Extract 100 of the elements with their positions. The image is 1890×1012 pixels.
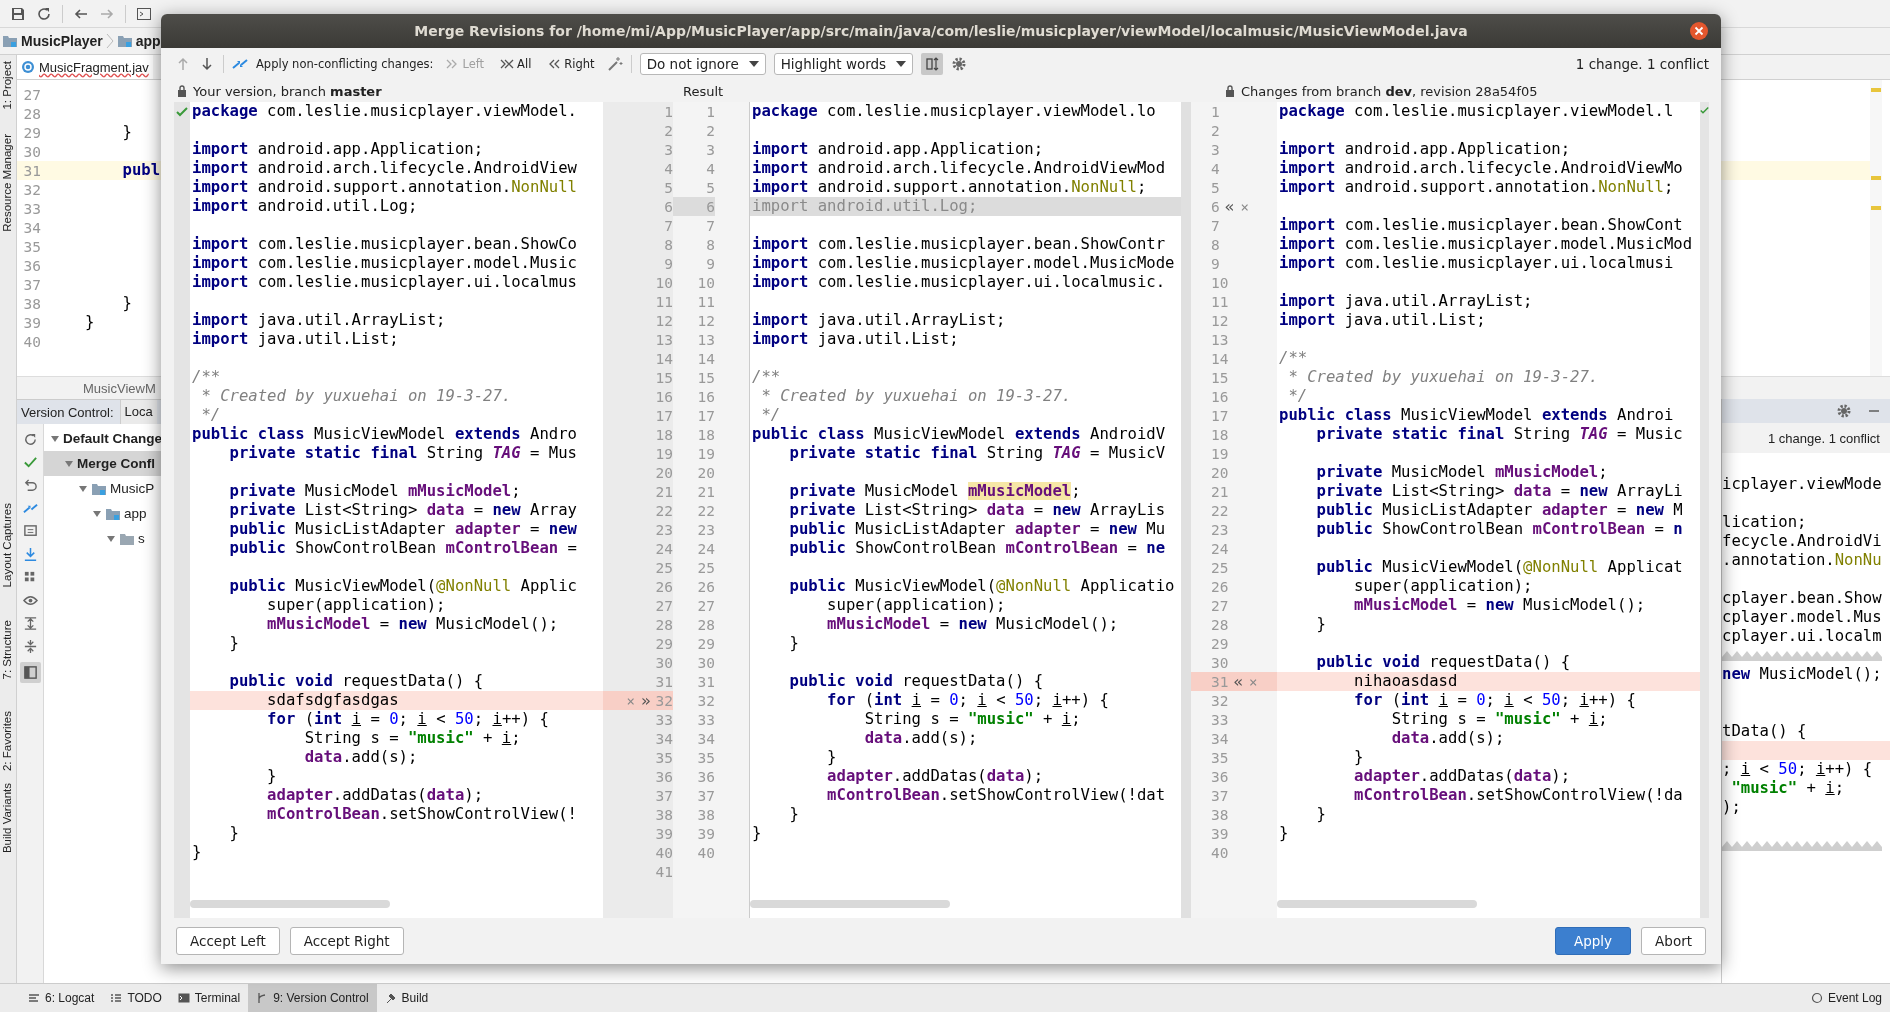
tool-window-tab[interactable]: Build Variants xyxy=(0,783,16,854)
tool-window-button[interactable]: TODO xyxy=(102,984,170,1012)
tree-item[interactable]: app xyxy=(124,506,147,521)
apply-changes-button[interactable]: All xyxy=(496,57,536,71)
line-number: 26 xyxy=(1211,578,1229,595)
line-number: 21 xyxy=(697,483,715,500)
accept-button[interactable]: Accept Left xyxy=(176,927,280,955)
code-line: private MusicModel mMusicModel; xyxy=(228,482,522,501)
code-line: lication; xyxy=(1722,513,1808,532)
line-number: 38 xyxy=(697,806,715,823)
apply-change-button[interactable]: » xyxy=(639,691,652,710)
line-number: 37 xyxy=(1211,787,1229,804)
line-number: 6 xyxy=(664,198,673,215)
tool-window-button[interactable]: 9: Version Control xyxy=(248,984,377,1012)
code-line: public MusicViewModel(@NonNull Applicat xyxy=(1315,558,1684,577)
tool-window-tab[interactable]: 7: Structure xyxy=(0,619,16,680)
line-number: 27 xyxy=(697,597,715,614)
code-line: cplayer.model.Mus xyxy=(1722,608,1883,627)
line-number: 5 xyxy=(706,179,715,196)
editor-tab[interactable]: MusicFragment.jav xyxy=(17,55,153,79)
code-line: data.add(s); xyxy=(303,748,419,767)
line-number: 35 xyxy=(1211,749,1229,766)
line-number: 29 xyxy=(655,635,673,652)
code-line: import android.arch.lifecycle.AndroidViewMod xyxy=(751,159,1167,178)
line-number: 30 xyxy=(1211,654,1229,671)
code-line: for (int i = 0; i < 50; i++) { xyxy=(266,710,550,729)
line-number: 20 xyxy=(697,464,715,481)
tree-item[interactable]: Default Change xyxy=(63,431,162,446)
code-line: String s = "music" + i; xyxy=(303,729,522,748)
code-line: public MusicListAdapter adapter = new Mu xyxy=(788,520,1167,539)
ignore-dropdown[interactable]: Do not ignore xyxy=(639,53,766,75)
tool-window-tab[interactable]: 1: Project xyxy=(0,61,16,110)
code-line: public class MusicViewModel extends Andro xyxy=(191,425,578,444)
line-number: 7 xyxy=(664,217,673,234)
line-number: 40 xyxy=(1211,844,1229,861)
breadcrumb-item[interactable]: app xyxy=(135,33,161,49)
code-line: public MusicListAdapter adapter = new M xyxy=(1315,501,1684,520)
code-line: import android.support.annotation.NonNull xyxy=(191,178,578,197)
tool-window-tab[interactable]: 2: Favorites xyxy=(0,711,16,772)
code-line: /** xyxy=(191,368,222,387)
tool-window-tab[interactable]: Layout Captures xyxy=(0,503,16,588)
tree-item[interactable]: Merge Confl xyxy=(77,456,155,471)
line-number: 20 xyxy=(655,464,673,481)
tool-window-button[interactable]: 6: Logcat xyxy=(20,984,103,1012)
code-line: import android.app.Application; xyxy=(751,140,1045,159)
code-line: super(application); xyxy=(1353,577,1534,596)
line-number: 32 xyxy=(1211,692,1229,709)
line-number: 24 xyxy=(655,540,673,557)
line-number: 16 xyxy=(697,388,715,405)
line-number: 7 xyxy=(1211,217,1220,234)
tool-window-button[interactable]: Build xyxy=(376,984,437,1012)
line-number: 39 xyxy=(697,825,715,842)
line-number: 41 xyxy=(655,863,673,880)
code-line: public ShowControlBean mControlBean = ne xyxy=(788,539,1167,558)
line-number: 3 xyxy=(664,141,673,158)
window-title: Merge Revisions for /home/mi/App/MusicPlayer/app/src/main/java/com/leslie/musicplayer/viewModel/localmusic/MusicViewModel.java xyxy=(414,23,1468,39)
code-line: public void requestData() { xyxy=(228,672,485,691)
code-line: public ShowControlBean mControlBean = xyxy=(228,539,578,558)
code-line: public void requestData() { xyxy=(788,672,1045,691)
apply-changes-button[interactable]: Right xyxy=(543,57,599,71)
code-line: } xyxy=(1315,615,1327,634)
code-line: mControlBean.setShowControlView(!dat xyxy=(826,786,1167,805)
line-number: 38 xyxy=(22,295,41,312)
apply-change-button[interactable]: « xyxy=(1223,197,1236,216)
abort-button[interactable]: Abort xyxy=(1641,927,1706,955)
line-number: 22 xyxy=(697,502,715,519)
line-number: 9 xyxy=(664,255,673,272)
line-number: 33 xyxy=(655,711,673,728)
line-number: 12 xyxy=(655,312,673,329)
code-line: private List<String> data = new ArrayLis xyxy=(788,501,1167,520)
line-number: 38 xyxy=(1211,806,1229,823)
breadcrumb-item[interactable]: MusicViewM xyxy=(83,380,156,396)
line-number: 20 xyxy=(1211,464,1229,481)
code-line: icplayer.viewMode xyxy=(1722,475,1883,494)
highlight-dropdown[interactable]: Highlight words xyxy=(773,53,914,75)
code-line: import android.support.annotation.NonNull; xyxy=(1278,178,1675,197)
change-summary: 1 change. 1 conflict xyxy=(1575,56,1709,72)
tool-window-tab[interactable]: Resource Manager xyxy=(0,133,16,232)
tree-item[interactable]: MusicP xyxy=(110,481,155,496)
tool-window-button[interactable]: Event Log xyxy=(1802,984,1890,1012)
line-number: 31 xyxy=(22,162,41,179)
code-line: package com.leslie.musicplayer.viewModel.l xyxy=(1278,102,1675,121)
tool-window-button[interactable]: Terminal xyxy=(169,984,249,1012)
line-number: 39 xyxy=(1211,825,1229,842)
panel-tab[interactable]: Loca xyxy=(119,400,157,424)
apply-change-button[interactable]: « xyxy=(1232,672,1245,691)
code-line: } xyxy=(788,805,800,824)
line-number: 11 xyxy=(697,293,715,310)
line-number: 24 xyxy=(1211,540,1229,557)
code-line: } xyxy=(228,824,240,843)
code-line: */ xyxy=(760,406,782,425)
line-number: 12 xyxy=(697,312,715,329)
accept-button[interactable]: Accept Right xyxy=(289,927,404,955)
code-line: super(application); xyxy=(266,596,447,615)
apply-button[interactable]: Apply xyxy=(1554,927,1632,955)
code-line: import com.leslie.musicplayer.model.MusicMode xyxy=(751,254,1176,273)
tree-item[interactable]: s xyxy=(138,531,145,546)
line-number: 14 xyxy=(655,350,673,367)
code-line: super(application); xyxy=(826,596,1007,615)
breadcrumb-item[interactable]: MusicPlayer xyxy=(21,33,103,49)
